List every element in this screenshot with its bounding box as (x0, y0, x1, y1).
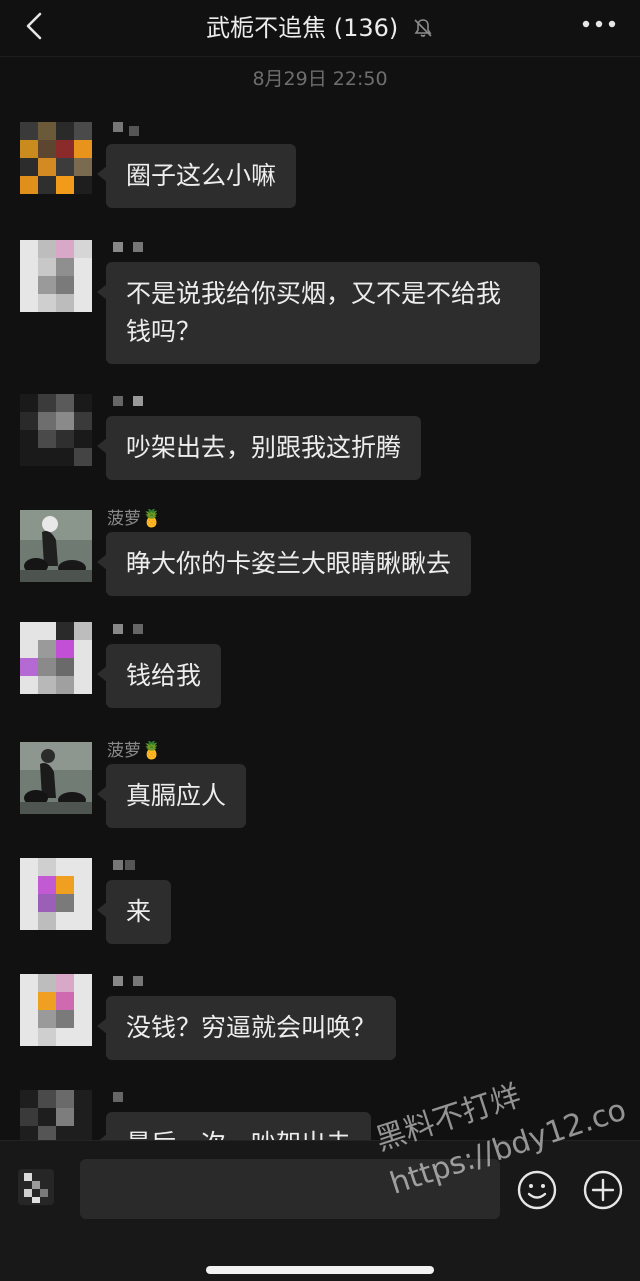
pixelated-avatar-image (20, 394, 92, 466)
message-bubble[interactable]: 不是说我给你买烟，又不是不给我钱吗？ (97, 262, 540, 364)
message-bubble[interactable]: 最后一次，吵架出去 (96, 1112, 372, 1140)
sender-name: 菠萝🍍 (107, 509, 163, 529)
chat-title: 武栀不追焦 (136) (206, 14, 399, 42)
message-bubble[interactable]: 圈子这么小嘛 (96, 144, 297, 208)
more-options-icon[interactable] (580, 14, 618, 34)
emoji-icon[interactable] (516, 1169, 558, 1211)
avatar[interactable] (20, 1090, 92, 1140)
avatar[interactable] (20, 858, 92, 930)
pixelated-sender-name (113, 860, 135, 870)
pixelated-avatar-image (20, 858, 92, 930)
pixelated-avatar-image (20, 1090, 92, 1140)
avatar[interactable] (20, 974, 92, 1046)
avatar[interactable] (20, 394, 92, 466)
photo-avatar-image (20, 742, 92, 814)
bell-off-icon (414, 19, 432, 37)
sender-name: 菠萝🍍 (107, 741, 163, 761)
message-bubble[interactable]: 来 (96, 880, 172, 944)
pixelated-sender-name (113, 122, 139, 136)
message-timestamp: 8月29日 22:50 (252, 68, 388, 90)
voice-icon[interactable] (16, 1167, 56, 1207)
message-bubble[interactable]: 没钱？穷逼就会叫唤？ (96, 996, 397, 1060)
pixelated-sender-name (113, 976, 143, 986)
pixelated-sender-name (113, 396, 143, 406)
chat-header: 武栀不追焦 (136) (0, 0, 640, 57)
avatar[interactable] (20, 742, 92, 814)
avatar[interactable] (20, 622, 92, 694)
message-bubble[interactable]: 睁大你的卡姿兰大眼睛瞅瞅去 (96, 532, 472, 596)
pixelated-sender-name (113, 1092, 123, 1102)
pixelated-avatar-image (20, 240, 92, 312)
message-bubble[interactable]: 钱给我 (96, 644, 222, 708)
pixelated-sender-name (113, 242, 143, 252)
message-list[interactable]: 圈子这么小嘛 不是说我给你买烟，又不是不给我钱吗？ 吵架出去，别跟我这折腾 菠萝… (0, 100, 640, 1140)
home-indicator[interactable] (206, 1266, 434, 1274)
message-composer (0, 1140, 640, 1281)
pixelated-avatar-image (20, 974, 92, 1046)
message-bubble[interactable]: 吵架出去，别跟我这折腾 (96, 416, 422, 480)
pixelated-sender-name (113, 624, 143, 634)
pixelated-avatar-image (20, 622, 92, 694)
photo-avatar-image (20, 510, 92, 582)
avatar[interactable] (20, 240, 92, 312)
plus-circle-icon[interactable] (582, 1169, 624, 1211)
avatar[interactable] (20, 510, 92, 582)
pixelated-avatar-image (20, 122, 92, 194)
chat-title-row: 武栀不追焦 (136) (0, 8, 640, 43)
message-bubble[interactable]: 真膈应人 (96, 764, 247, 828)
message-input[interactable] (80, 1159, 500, 1219)
avatar[interactable] (20, 122, 92, 194)
